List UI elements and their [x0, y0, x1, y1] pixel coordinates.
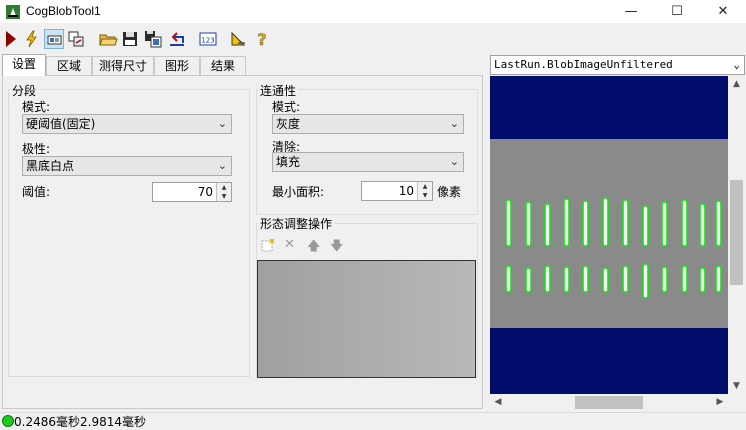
tab-graphics[interactable]: 图形	[154, 56, 200, 75]
min-area-label: 最小面积:	[272, 185, 325, 199]
horizontal-scrollbar[interactable]: ◀ ▶	[490, 394, 728, 411]
blob-outline-bottom-5	[602, 267, 609, 293]
scroll-left-icon[interactable]: ◀	[490, 394, 506, 411]
electric-icon[interactable]	[22, 29, 42, 49]
clear-value: 填充	[276, 155, 301, 169]
blob-outline-bottom-2	[544, 265, 551, 293]
measure-icon[interactable]	[228, 29, 248, 49]
image-source-icon[interactable]	[66, 29, 86, 49]
threshold-value: 70	[197, 185, 213, 199]
help-icon[interactable]: ?	[252, 29, 272, 49]
blob-outline-bottom-3	[563, 266, 570, 293]
vertical-scroll-thumb[interactable]	[730, 180, 743, 285]
reset-icon[interactable]	[167, 29, 187, 49]
chevron-down-icon: ⌄	[449, 155, 459, 168]
show-image-icon[interactable]	[44, 29, 64, 49]
blob-image	[490, 76, 728, 394]
window-title: CogBlobTool1	[26, 4, 101, 18]
blob-outline-bottom-8	[661, 266, 668, 293]
blob-outline-top-4	[582, 200, 589, 247]
blob-outline-top-10	[699, 203, 706, 247]
min-area-input[interactable]: 10 ▲ ▼	[361, 181, 433, 201]
tab-settings[interactable]: 设置	[2, 54, 46, 76]
threshold-input[interactable]: 70 ▲ ▼	[152, 182, 232, 202]
maximize-button[interactable]: ☐	[654, 0, 700, 24]
app-icon	[5, 4, 21, 20]
threshold-label: 阈值:	[22, 185, 51, 199]
save-icon[interactable]	[120, 29, 140, 49]
scroll-down-icon[interactable]: ▼	[728, 378, 745, 394]
blob-outline-top-0	[505, 199, 512, 247]
scroll-corner	[728, 394, 745, 411]
chevron-down-icon: ⌄	[733, 58, 740, 71]
spin-down-icon[interactable]: ▼	[417, 191, 432, 200]
open-folder-icon[interactable]	[98, 29, 118, 49]
seg-mode-value: 硬阈值(固定)	[26, 117, 96, 131]
horizontal-scroll-thumb[interactable]	[575, 396, 643, 409]
blob-outline-top-11	[715, 200, 722, 247]
conn-mode-select[interactable]: 灰度 ⌄	[272, 114, 464, 134]
polarity-label: 极性:	[22, 142, 51, 156]
svg-text:?: ?	[257, 30, 266, 49]
polarity-select[interactable]: 黑底白点 ⌄	[22, 156, 232, 176]
image-select[interactable]: LastRun.BlobImageUnfiltered ⌄	[490, 55, 745, 75]
blob-outline-bottom-11	[715, 265, 722, 293]
minimize-button[interactable]: —	[608, 0, 654, 24]
blob-outline-top-5	[602, 197, 609, 247]
blob-outline-top-1	[525, 201, 532, 247]
blob-outline-top-6	[622, 199, 629, 247]
morphology-operations-list[interactable]	[257, 260, 476, 378]
polarity-value: 黑底白点	[26, 159, 75, 173]
blob-outline-bottom-1	[525, 267, 532, 293]
conn-mode-label: 模式:	[272, 100, 301, 114]
tab-results[interactable]: 结果	[200, 56, 246, 75]
move-up-icon[interactable]: 🡅	[307, 237, 320, 259]
chevron-down-icon: ⌄	[449, 117, 459, 130]
blob-outline-bottom-9	[681, 265, 688, 293]
status-indicator	[2, 415, 14, 427]
vertical-scrollbar[interactable]: ▲ ▼	[728, 76, 745, 394]
blob-outline-top-8	[661, 201, 668, 247]
delete-operation-icon[interactable]: ✕	[284, 237, 295, 252]
blob-outline-top-7	[642, 205, 649, 247]
seg-mode-label: 模式:	[22, 100, 51, 114]
svg-text:123: 123	[201, 37, 214, 45]
tab-measurements[interactable]: 测得尺寸	[92, 56, 154, 75]
chevron-down-icon: ⌄	[217, 159, 227, 172]
close-button[interactable]: ✕	[700, 0, 746, 24]
min-area-value: 10	[398, 184, 414, 198]
spin-down-icon[interactable]: ▼	[216, 192, 231, 201]
min-area-unit: 像素	[437, 185, 462, 199]
chevron-down-icon: ⌄	[217, 117, 227, 130]
clear-select[interactable]: 填充 ⌄	[272, 152, 464, 172]
blob-outline-bottom-7	[642, 263, 649, 299]
scroll-right-icon[interactable]: ▶	[712, 394, 728, 411]
seg-mode-select[interactable]: 硬阈值(固定) ⌄	[22, 114, 232, 134]
image-select-value: LastRun.BlobImageUnfiltered	[494, 58, 673, 71]
morphology-title: 形态调整操作	[258, 215, 335, 232]
status-time-text: 0.2486毫秒2.9814毫秒	[14, 415, 146, 429]
save-as-icon[interactable]	[143, 29, 163, 49]
move-down-icon[interactable]: 🡇	[330, 237, 343, 259]
results-123-icon[interactable]: 123	[198, 29, 218, 49]
segmentation-title: 分段	[10, 82, 39, 99]
blob-outline-top-3	[563, 198, 570, 247]
blob-outline-bottom-6	[622, 265, 629, 293]
spin-up-icon[interactable]: ▲	[417, 182, 432, 191]
blob-outline-bottom-10	[699, 267, 706, 293]
conn-mode-value: 灰度	[276, 117, 301, 131]
run-icon[interactable]	[2, 29, 22, 49]
blob-outline-bottom-0	[505, 265, 512, 293]
connectivity-title: 连通性	[258, 82, 299, 99]
scroll-up-icon[interactable]: ▲	[728, 76, 745, 92]
image-display[interactable]	[490, 76, 728, 394]
tab-region[interactable]: 区域	[46, 56, 92, 75]
add-operation-icon[interactable]	[261, 238, 275, 256]
spin-up-icon[interactable]: ▲	[216, 183, 231, 192]
blob-outline-top-9	[681, 199, 688, 247]
blob-outline-top-2	[544, 203, 551, 247]
blob-outline-bottom-4	[582, 265, 589, 293]
